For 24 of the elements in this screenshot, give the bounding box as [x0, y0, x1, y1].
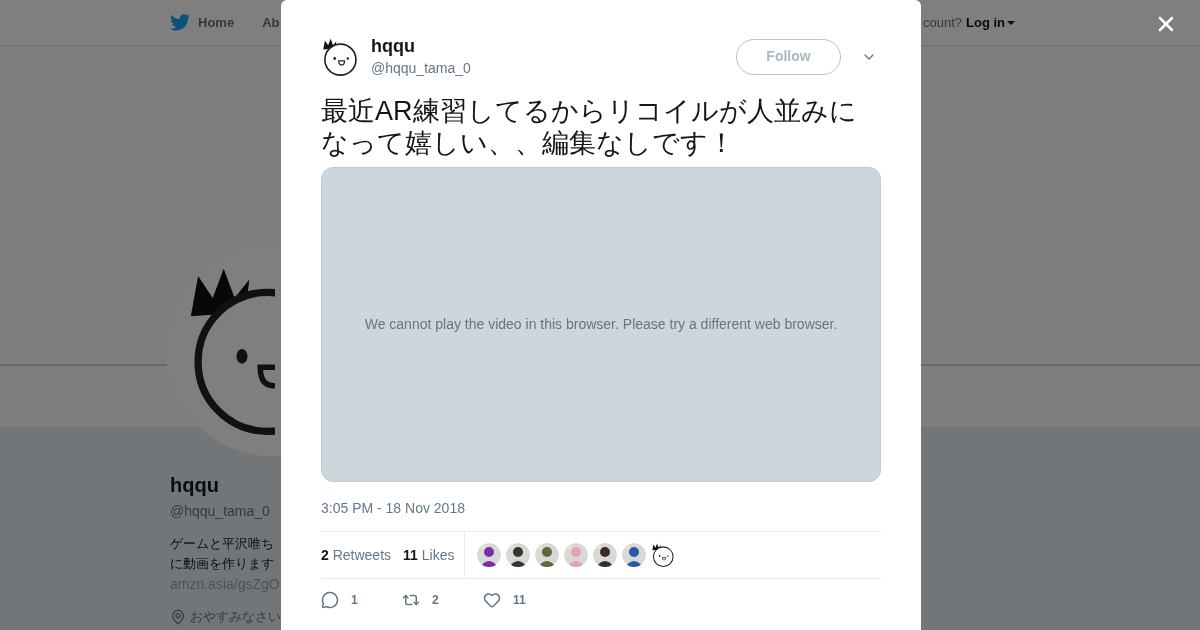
profile-location: おやすみなさい — [190, 608, 281, 626]
tweet-text: 最近AR練習してるからリコイルが人並みになって嬉しい、、編集なしです！ — [321, 95, 858, 159]
reply-icon — [321, 591, 339, 609]
profile-handle: @hqqu_tama_0 — [170, 502, 271, 521]
profile-name: hqqu — [170, 473, 220, 497]
login-link[interactable]: Log in — [966, 12, 1015, 33]
author-avatar-drawing — [321, 37, 359, 76]
tweet-stat[interactable]: 2 Retweets — [321, 544, 392, 566]
nav-link[interactable]: Home — [198, 12, 235, 33]
profile-bio-line: に動画を作ります — [170, 555, 275, 573]
retweet-action-button[interactable]: 2 — [402, 591, 483, 609]
heart-icon — [483, 591, 501, 609]
video-error-message: We cannot play the video in this browser. Please try a different web browser. — [364, 315, 838, 334]
tweet-stat[interactable]: 11 Likes — [403, 544, 455, 566]
reply-action-button[interactable]: 1 — [321, 591, 402, 609]
liker-face-drawing — [651, 543, 676, 567]
bird-logo-icon — [170, 14, 190, 31]
tweet-timestamp: 3:05 PM - 18 Nov 2018 — [321, 499, 466, 518]
nav-link[interactable]: Ab — [262, 12, 280, 33]
author-handle: @hqqu_tama_0 — [371, 59, 472, 78]
author-name: hqqu — [371, 35, 416, 58]
location-icon — [170, 608, 186, 625]
profile-bio-line: ゲームと平沢唯ち — [170, 535, 275, 553]
like-action-button[interactable]: 11 — [483, 591, 564, 609]
